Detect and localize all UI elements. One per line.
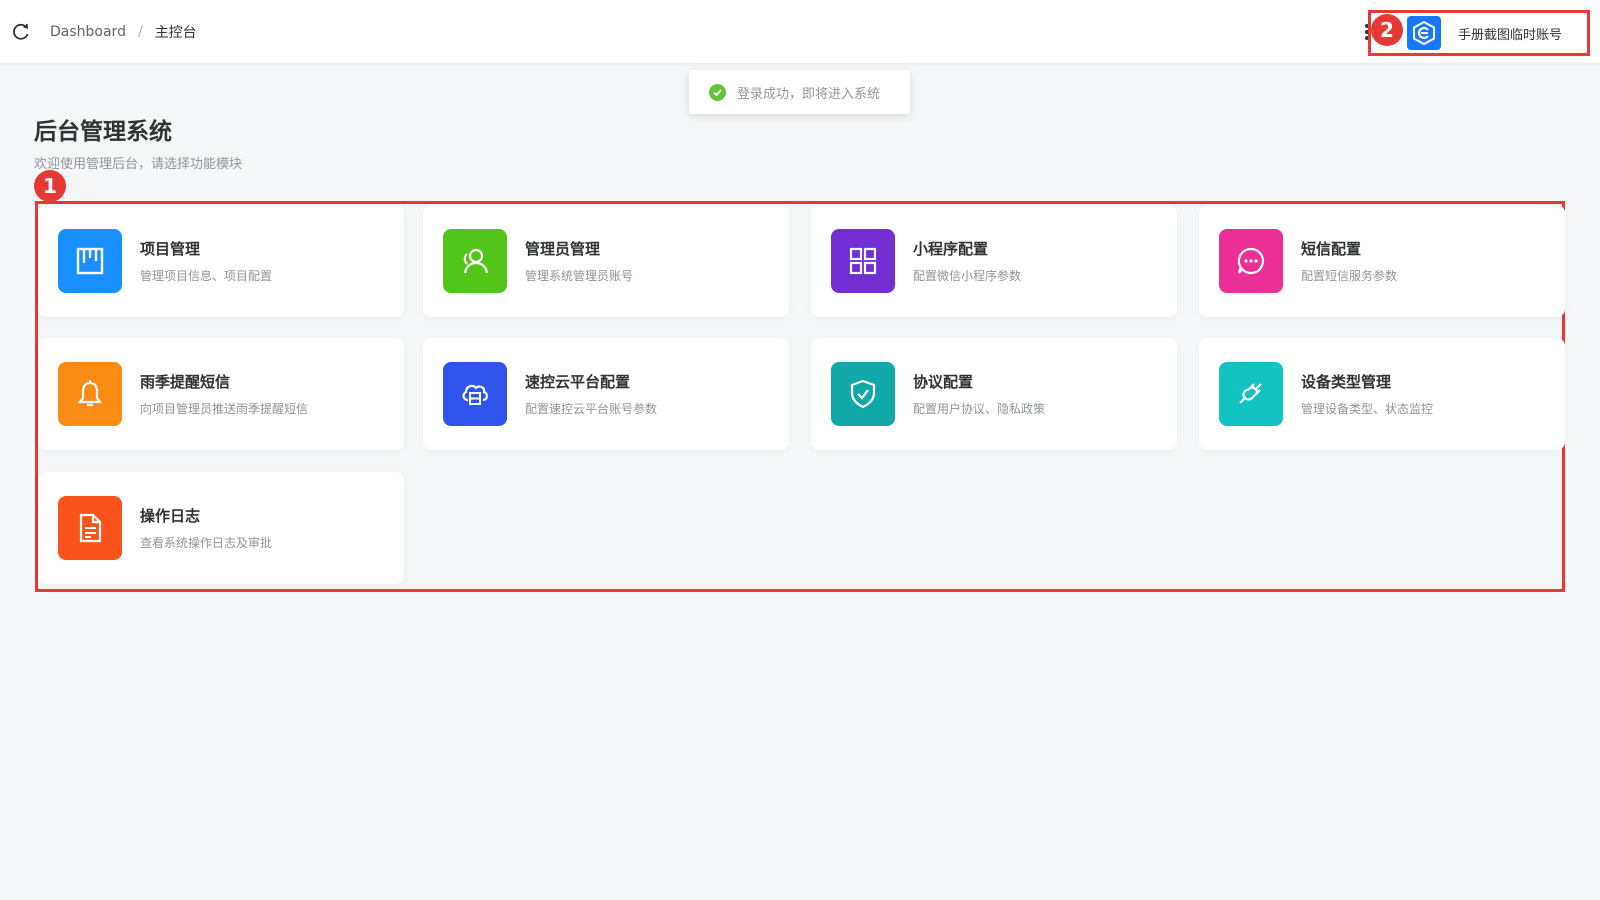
kanban-icon [58, 229, 122, 293]
success-toast: 登录成功，即将进入系统 [689, 70, 910, 114]
module-desc: 配置用户协议、隐私政策 [913, 402, 1046, 416]
chat-bubble-icon [1219, 229, 1283, 293]
check-circle-icon [709, 83, 726, 101]
module-desc: 管理系统管理员账号 [525, 269, 634, 283]
module-title: 设备类型管理 [1301, 373, 1392, 391]
module-desc: 管理项目信息、项目配置 [140, 269, 273, 283]
bell-icon [58, 362, 122, 426]
top-bar: Dashboard / 主控台 手册截图临时账号 [0, 0, 1600, 63]
module-card-admin[interactable]: 管理员管理 管理系统管理员账号 [423, 205, 789, 317]
toast-message: 登录成功，即将进入系统 [737, 86, 881, 102]
plug-link-icon [1219, 362, 1283, 426]
module-card-rain-reminder[interactable]: 雨季提醒短信 向项目管理员推送雨季提醒短信 [38, 338, 404, 450]
annotation-marker-2: 2 [1371, 14, 1403, 46]
module-title: 项目管理 [140, 240, 201, 258]
annotation-marker-1: 1 [34, 170, 66, 202]
module-desc: 管理设备类型、状态监控 [1301, 402, 1434, 416]
refresh-icon[interactable] [10, 21, 32, 43]
module-card-miniprogram[interactable]: 小程序配置 配置微信小程序参数 [811, 205, 1177, 317]
module-title: 短信配置 [1301, 240, 1362, 258]
module-card-sms[interactable]: 短信配置 配置短信服务参数 [1199, 205, 1565, 317]
app-logo-icon [1407, 16, 1441, 50]
module-title: 操作日志 [140, 507, 201, 525]
breadcrumb-dashboard[interactable]: Dashboard [50, 24, 126, 40]
breadcrumb: Dashboard / 主控台 [50, 22, 197, 42]
module-desc: 向项目管理员推送雨季提醒短信 [140, 402, 309, 416]
page-subtitle: 欢迎使用管理后台，请选择功能模块 [34, 157, 243, 172]
module-title: 速控云平台配置 [525, 373, 631, 391]
breadcrumb-separator: / [137, 24, 143, 40]
apps-grid-icon [831, 229, 895, 293]
module-title: 雨季提醒短信 [140, 373, 231, 391]
module-desc: 配置微信小程序参数 [913, 269, 1022, 283]
module-desc: 查看系统操作日志及审批 [140, 536, 273, 550]
module-desc: 配置短信服务参数 [1301, 269, 1398, 283]
module-card-project[interactable]: 项目管理 管理项目信息、项目配置 [38, 205, 404, 317]
module-card-agreement[interactable]: 协议配置 配置用户协议、隐私政策 [811, 338, 1177, 450]
module-desc: 配置速控云平台账号参数 [525, 402, 658, 416]
module-title: 小程序配置 [913, 240, 989, 258]
module-title: 管理员管理 [525, 240, 601, 258]
cloud-server-icon [443, 362, 507, 426]
module-card-operation-log[interactable]: 操作日志 查看系统操作日志及审批 [38, 472, 404, 584]
document-icon [58, 496, 122, 560]
module-card-cloud-platform[interactable]: 速控云平台配置 配置速控云平台账号参数 [423, 338, 789, 450]
page-title: 后台管理系统 [34, 119, 172, 145]
breadcrumb-current: 主控台 [154, 25, 197, 41]
user-name: 手册截图临时账号 [1458, 27, 1563, 43]
module-card-device-type[interactable]: 设备类型管理 管理设备类型、状态监控 [1199, 338, 1565, 450]
shield-check-icon [831, 362, 895, 426]
user-icon [443, 229, 507, 293]
module-title: 协议配置 [913, 373, 974, 391]
